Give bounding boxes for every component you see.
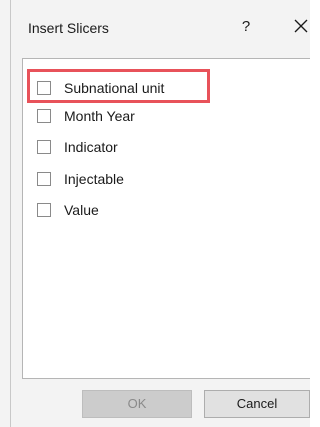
cancel-button[interactable]: Cancel — [204, 390, 310, 418]
close-icon-glyph — [294, 19, 308, 33]
title-bar: Insert Slicers ? — [11, 0, 310, 58]
field-label: Indicator — [64, 139, 118, 155]
checkbox[interactable] — [37, 172, 51, 186]
field-item-indicator[interactable]: Indicator — [37, 137, 118, 157]
checkbox[interactable] — [37, 140, 51, 154]
field-label: Injectable — [64, 171, 124, 187]
field-item-value[interactable]: Value — [37, 200, 99, 220]
field-label: Month Year — [64, 108, 135, 124]
checkbox[interactable] — [37, 203, 51, 217]
field-list: Subnational unit Month Year Indicator In… — [22, 58, 310, 379]
dialog-title: Insert Slicers — [28, 20, 109, 36]
window-edge — [10, 0, 11, 427]
field-label: Value — [64, 202, 99, 218]
highlight-box — [27, 69, 210, 103]
field-item-injectable[interactable]: Injectable — [37, 169, 124, 189]
close-icon[interactable] — [289, 14, 313, 38]
field-item-month-year[interactable]: Month Year — [37, 106, 135, 126]
ok-button[interactable]: OK — [82, 390, 192, 418]
checkbox[interactable] — [37, 109, 51, 123]
insert-slicers-dialog: Insert Slicers ? Subnational unit Month … — [0, 0, 310, 427]
help-button[interactable]: ? — [236, 16, 256, 38]
